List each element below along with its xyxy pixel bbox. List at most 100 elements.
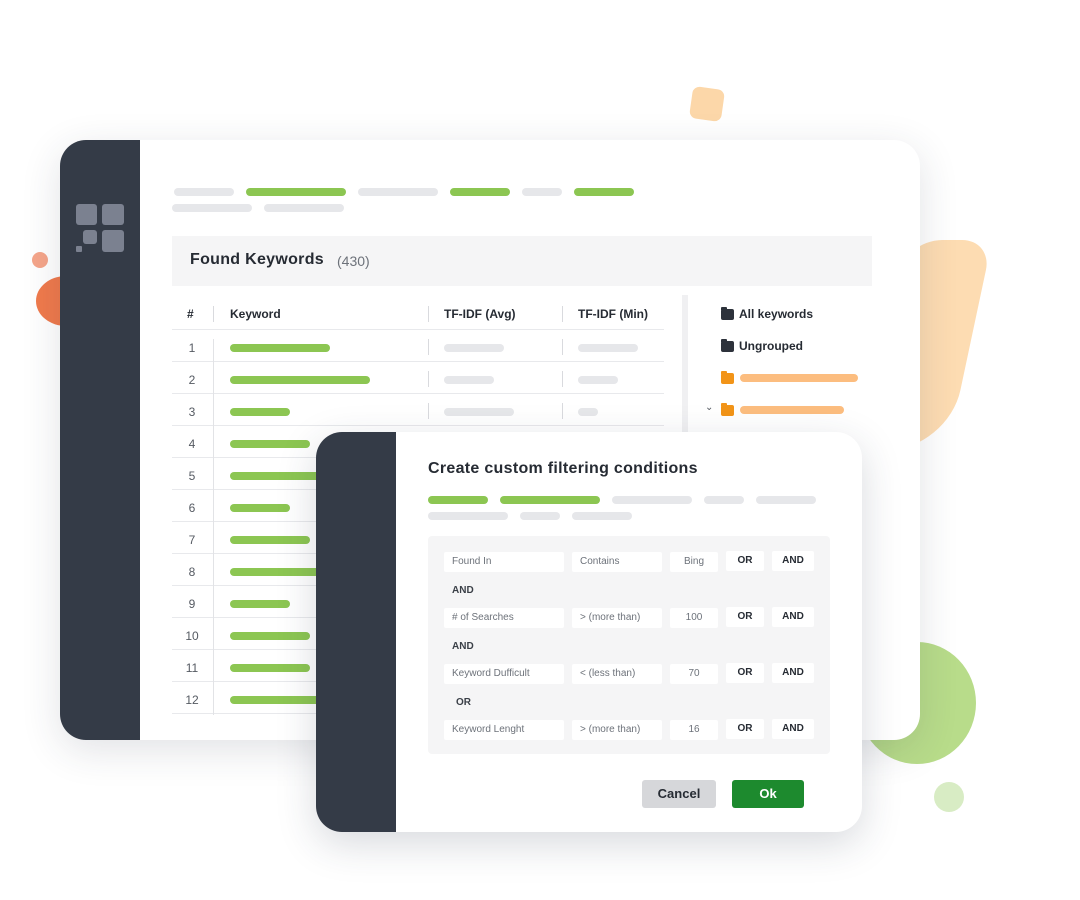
column-header-keyword[interactable]: Keyword <box>230 307 281 321</box>
or-button[interactable]: OR <box>726 663 764 683</box>
placeholder-bar <box>428 496 488 504</box>
condition-connector: OR <box>456 697 471 708</box>
row-number: 8 <box>188 565 196 579</box>
value-placeholder <box>444 408 514 416</box>
and-button[interactable]: AND <box>772 607 814 627</box>
row-divider <box>172 361 664 362</box>
placeholder-bar <box>174 188 234 196</box>
placeholder-bar <box>704 496 744 504</box>
column-divider <box>562 306 563 322</box>
condition-operator-select[interactable]: < (less than) <box>572 664 662 684</box>
ok-button[interactable]: Ok <box>732 780 804 808</box>
keyword-placeholder <box>230 344 330 352</box>
panel-title: Found Keywords <box>190 251 324 268</box>
or-button[interactable]: OR <box>726 551 764 571</box>
column-header-index[interactable]: # <box>187 307 194 321</box>
keyword-placeholder <box>230 504 290 512</box>
and-button[interactable]: AND <box>772 719 814 739</box>
condition-value-input[interactable]: Bing <box>670 552 718 572</box>
condition-field-select[interactable]: Found In <box>444 552 564 572</box>
column-header-tfidf-avg[interactable]: TF-IDF (Avg) <box>444 307 516 321</box>
row-number: 4 <box>188 437 196 451</box>
or-button[interactable]: OR <box>726 719 764 739</box>
condition-operator-select[interactable]: Contains <box>572 552 662 572</box>
placeholder-bar <box>358 188 438 196</box>
condition-connector: AND <box>452 585 474 596</box>
tree-item-label: All keywords <box>739 307 814 321</box>
or-button[interactable]: OR <box>726 607 764 627</box>
condition-field-select[interactable]: Keyword Dufficult <box>444 664 564 684</box>
value-placeholder <box>444 376 494 384</box>
keyword-placeholder <box>230 472 330 480</box>
condition-value-input[interactable]: 70 <box>670 664 718 684</box>
keyword-placeholder <box>230 600 290 608</box>
keyword-placeholder <box>230 536 310 544</box>
placeholder-bar <box>572 512 632 520</box>
keyword-placeholder <box>230 376 370 384</box>
app-sidebar <box>60 140 140 740</box>
value-placeholder <box>578 344 638 352</box>
column-divider <box>428 306 429 322</box>
value-placeholder <box>444 344 504 352</box>
value-placeholder <box>578 408 598 416</box>
row-number: 12 <box>185 693 199 707</box>
column-header-tfidf-min[interactable]: TF-IDF (Min) <box>578 307 648 321</box>
column-divider <box>562 403 563 419</box>
decor-dot <box>32 252 48 268</box>
condition-value-input[interactable]: 100 <box>670 608 718 628</box>
tree-item-label: Ungrouped <box>739 339 803 353</box>
placeholder-bar <box>574 188 634 196</box>
condition-field-select[interactable]: # of Searches <box>444 608 564 628</box>
condition-operator-select[interactable]: > (more than) <box>572 608 662 628</box>
dialog-sidebar <box>316 432 396 832</box>
column-divider <box>428 403 429 419</box>
column-divider <box>428 339 429 355</box>
column-divider <box>562 339 563 355</box>
keyword-count: (430) <box>337 253 370 269</box>
and-button[interactable]: AND <box>772 551 814 571</box>
row-number: 11 <box>185 661 199 675</box>
column-divider <box>428 371 429 387</box>
keyword-placeholder <box>230 664 310 672</box>
folder-icon <box>721 339 734 352</box>
keyword-placeholder <box>230 696 330 704</box>
found-keywords-header: Found Keywords (430) <box>172 236 872 286</box>
placeholder-bar <box>264 204 344 212</box>
folder-icon <box>721 371 734 384</box>
row-divider <box>172 329 664 330</box>
column-divider <box>213 306 214 322</box>
placeholder-bar <box>246 188 346 196</box>
folder-icon <box>721 403 734 416</box>
row-number: 2 <box>188 373 196 387</box>
row-divider <box>172 393 664 394</box>
row-number: 6 <box>188 501 196 515</box>
column-divider <box>213 339 214 715</box>
row-number: 7 <box>188 533 196 547</box>
condition-field-select[interactable]: Keyword Lenght <box>444 720 564 740</box>
placeholder-bar <box>756 496 816 504</box>
keyword-placeholder <box>230 408 290 416</box>
row-divider <box>172 425 664 426</box>
placeholder-bar <box>520 512 560 520</box>
chevron-down-icon[interactable]: ⌄ <box>705 402 713 413</box>
row-number: 10 <box>185 629 199 643</box>
decor-dot <box>934 782 964 812</box>
condition-value-input[interactable]: 16 <box>670 720 718 740</box>
placeholder-bar <box>450 188 510 196</box>
cancel-button[interactable]: Cancel <box>642 780 716 808</box>
placeholder-bar <box>522 188 562 196</box>
placeholder-bar <box>172 204 252 212</box>
grid-squares-logo-icon[interactable] <box>76 204 124 252</box>
filter-conditions-dialog: Create custom filtering conditions Found… <box>316 432 862 832</box>
value-placeholder <box>578 376 618 384</box>
decor-square <box>688 85 726 123</box>
conditions-panel: Found In Contains Bing OR AND AND # of S… <box>428 536 830 754</box>
placeholder-bar <box>612 496 692 504</box>
folder-name-placeholder <box>740 406 844 414</box>
row-number: 9 <box>188 597 196 611</box>
condition-operator-select[interactable]: > (more than) <box>572 720 662 740</box>
and-button[interactable]: AND <box>772 663 814 683</box>
folder-icon <box>721 307 734 320</box>
column-divider <box>562 371 563 387</box>
row-number: 5 <box>188 469 196 483</box>
